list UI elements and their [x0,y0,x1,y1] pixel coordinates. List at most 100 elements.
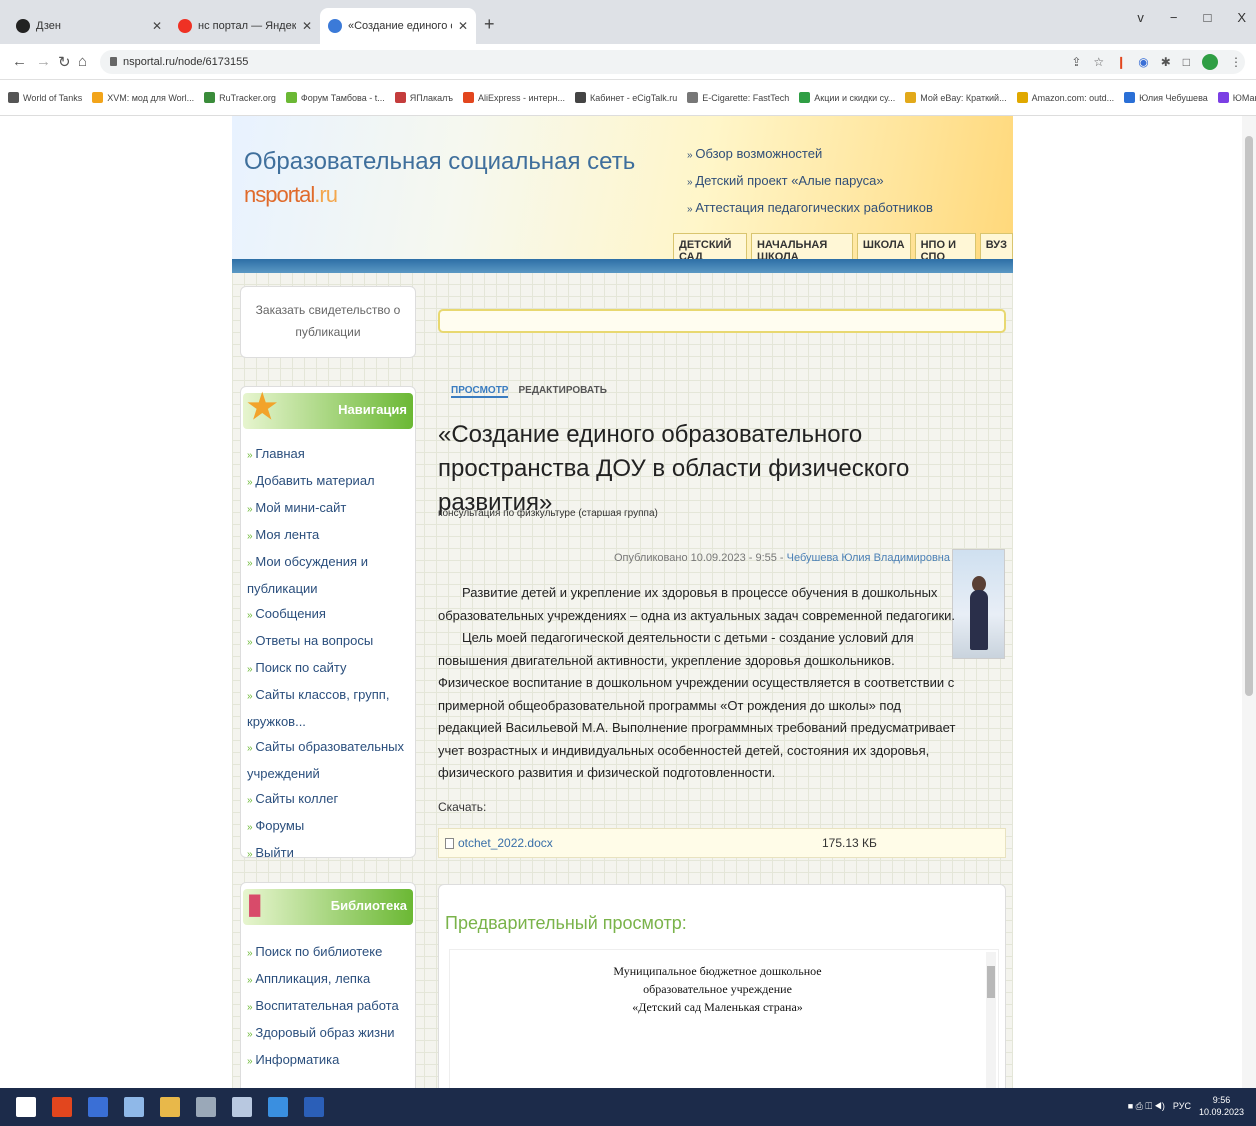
lock-icon [110,57,117,66]
tab-edit[interactable]: РЕДАКТИРОВАТЬ [518,385,606,398]
avatar[interactable] [1202,54,1218,70]
close-icon[interactable]: ✕ [458,19,468,33]
bookmark-item[interactable]: Форум Тамбова - t... [285,92,385,103]
notice-bar [438,309,1006,333]
header-link-project[interactable]: Детский проект «Алые паруса» [687,168,933,195]
preview-scrollbar[interactable] [986,952,996,1088]
app-icon[interactable] [124,1097,144,1117]
nav-item[interactable]: Выйти [247,840,415,867]
bookmark-item[interactable]: Кабинет - eCigTalk.ru [575,92,677,103]
sidepanel-icon[interactable]: □ [1183,55,1190,69]
header-links: Обзор возможностей Детский проект «Алые … [687,141,933,222]
new-tab-button[interactable]: + [484,14,495,35]
forward-icon[interactable]: → [36,53,51,70]
author-link[interactable]: Чебушева Юлия Владимировна [787,552,950,564]
back-icon[interactable]: ← [12,53,27,70]
browser-tab-active[interactable]: «Создание единого образоват... ✕ [320,8,476,44]
bookmarks-bar: World of Tanks XVM: мод для Worl... RuTrac… [0,80,1256,116]
bookmark-item[interactable]: Юлия Чебушева [1124,92,1208,103]
word-icon[interactable] [304,1097,324,1117]
bookmark-item[interactable]: Акции и скидки су... [799,92,895,103]
books-icon: ▮ [247,888,263,919]
bookmark-icon [394,92,406,103]
bookmark-item[interactable]: XVM: мод для Worl... [92,92,194,103]
close-window-button[interactable]: X [1237,10,1246,25]
publish-info: Опубликовано 10.09.2023 - 9:55 - Чебушев… [613,552,950,564]
close-icon[interactable]: ✕ [302,19,312,33]
nav-item[interactable]: Моя лента [247,522,415,549]
nav-item[interactable]: Главная [247,441,415,468]
site: Образовательная социальная сеть nsportal… [232,116,1013,1088]
library-item[interactable]: Поиск по библиотеке [247,939,415,966]
menu-icon[interactable]: ⋮ [1230,55,1242,69]
download-label: Скачать: [438,800,487,814]
bookmark-label: Акции и скидки су... [814,92,896,103]
chrome-icon[interactable] [52,1097,72,1117]
nav-item[interactable]: Сайты коллег [247,786,415,813]
nav-item[interactable]: Форумы [247,813,415,840]
language-indicator[interactable]: РУС [1173,1101,1191,1111]
bookmark-item[interactable]: Мой eBay: Краткий... [905,92,1007,103]
folder-icon[interactable] [160,1097,180,1117]
article-classification[interactable]: консультация по физкультуре (старшая гру… [438,508,658,519]
tab-search-button[interactable]: v [1137,10,1144,25]
windows-start-icon[interactable] [16,1097,36,1117]
bookmark-item[interactable]: E-Cigarette: FastTech [687,92,789,103]
browser-tab[interactable]: нс портал — Яндекс нашлось 5... ✕ [170,8,320,44]
library-item[interactable]: Воспитательная работа [247,993,415,1020]
bookmark-item[interactable]: ЮМани Яндекс.Де... [1217,92,1256,103]
bookmark-item[interactable]: AliExpress - интерн... [462,92,565,103]
bookmark-label: Юлия Чебушева [1139,92,1208,103]
maximize-button[interactable]: □ [1203,10,1211,25]
nav-item[interactable]: Добавить материал [247,468,415,495]
browser-tab[interactable]: Дзен ✕ [8,8,170,44]
share-icon[interactable]: ⇪ [1071,55,1081,69]
library-item[interactable]: Информатика [247,1047,415,1074]
ie-icon[interactable] [268,1097,288,1117]
preview-title: Предварительный просмотр: [445,913,687,933]
bookmark-icon [1217,92,1229,103]
close-icon[interactable]: ✕ [152,19,162,33]
order-certificate-button[interactable]: Заказать свидетельство о публикации [240,286,416,358]
nav-item[interactable]: Сайты образовательных учреждений [247,734,415,786]
header-link-attestation[interactable]: Аттестация педагогических работников [687,195,933,222]
nav-item[interactable]: Поиск по сайту [247,655,415,682]
clock[interactable]: 9:56 10.09.2023 [1199,1094,1244,1118]
library-item[interactable]: Аппликация, лепка [247,966,415,993]
minimize-button[interactable]: − [1170,10,1178,25]
page-scrollbar[interactable] [1242,116,1256,1088]
bookmark-icon [575,92,586,103]
nav-item[interactable]: Мои обсуждения и публикации [247,549,415,601]
bookmark-item[interactable]: Amazon.com: outd... [1016,92,1114,103]
preview-frame[interactable]: Муниципальное бюджетное дошкольное образ… [449,949,999,1088]
star-icon[interactable]: ☆ [1093,55,1104,69]
nav-item[interactable]: Сайты классов, групп, кружков... [247,682,415,734]
nav-item[interactable]: Ответы на вопросы [247,628,415,655]
scrollbar-thumb[interactable] [1245,136,1253,696]
header-link-overview[interactable]: Обзор возможностей [687,141,933,168]
nav-item[interactable]: Мой мини-сайт [247,495,415,522]
bookmark-item[interactable]: RuTracker.org [204,92,276,103]
library-item[interactable]: Здоровый образ жизни [247,1020,415,1047]
extension-icon[interactable]: ❙ [1116,55,1126,69]
bookmark-item[interactable]: ЯПлакалъ [394,92,453,103]
puzzle-icon[interactable]: ✱ [1161,55,1171,69]
reload-icon[interactable]: ↻ [58,53,71,71]
download-row: otchet_2022.docx 175.13 КБ [438,828,1006,858]
save-icon[interactable] [88,1097,108,1117]
site-title[interactable]: Образовательная социальная сеть [244,148,635,176]
tab-title: Дзен [36,20,61,32]
bookmark-icon [687,92,699,103]
extension-icon[interactable]: ◉ [1138,55,1148,69]
file-link[interactable]: otchet_2022.docx [458,836,822,850]
home-icon[interactable]: ⌂ [78,53,87,70]
file-icon[interactable] [232,1097,252,1117]
nav-item[interactable]: Сообщения [247,601,415,628]
yandex-icon [178,19,192,33]
bookmark-icon [1016,92,1028,103]
site-logo[interactable]: nsportal.ru [244,182,338,208]
calculator-icon[interactable] [196,1097,216,1117]
tray-icons[interactable]: ■ ⎙ ◫ ◀) [1128,1101,1165,1112]
tab-view[interactable]: ПРОСМОТР [451,385,509,398]
bookmark-item[interactable]: World of Tanks [8,92,82,103]
